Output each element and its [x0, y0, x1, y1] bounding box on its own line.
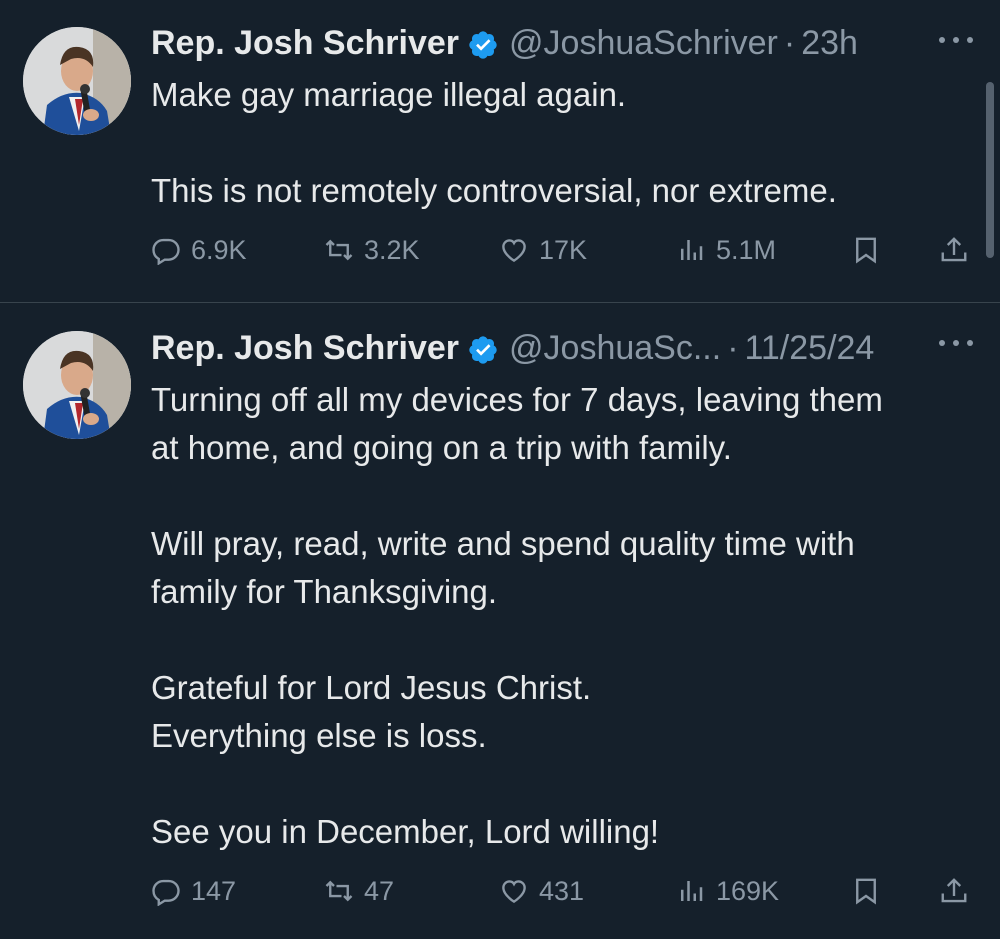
reply-count: 147 — [191, 875, 237, 906]
views-count: 169K — [716, 875, 780, 906]
views-chart-icon — [681, 240, 703, 260]
verified-badge-icon — [467, 27, 499, 59]
share-icon — [941, 878, 967, 903]
views-button[interactable]: 169K — [676, 871, 779, 911]
heart-icon — [502, 239, 526, 263]
more-dots-icon[interactable] — [939, 333, 973, 353]
views-count: 5.1M — [716, 234, 777, 265]
share-button[interactable] — [939, 230, 979, 270]
tweet-header: Rep. Josh Schriver @JoshuaSchriver · 23h — [151, 20, 858, 66]
author-name[interactable]: Rep. Josh Schriver — [151, 20, 459, 66]
reply-button[interactable]: 147 — [151, 871, 236, 911]
retweet-icon — [325, 239, 353, 261]
tweet-header: Rep. Josh Schriver @JoshuaSc... · 11/25/… — [151, 325, 874, 371]
bookmark-button[interactable] — [851, 871, 891, 911]
bookmark-button[interactable] — [851, 230, 891, 270]
header-separator: · — [727, 329, 739, 367]
like-button[interactable]: 17K — [499, 230, 587, 270]
reply-button[interactable]: 6.9K — [151, 230, 247, 270]
scrollbar[interactable] — [986, 82, 994, 258]
tweet-timestamp[interactable]: 23h — [801, 20, 858, 66]
tweet-actions: 6.9K 3.2K 17K 5.1M — [151, 230, 981, 270]
share-button[interactable] — [939, 871, 979, 911]
like-button[interactable]: 431 — [499, 871, 584, 911]
tweet-card[interactable]: Rep. Josh Schriver @JoshuaSchriver · 23h… — [0, 0, 1000, 302]
retweet-count: 47 — [364, 875, 395, 906]
bookmark-icon — [856, 237, 876, 264]
heart-icon — [502, 880, 526, 904]
author-name[interactable]: Rep. Josh Schriver — [151, 325, 459, 371]
verified-badge-icon — [467, 332, 499, 364]
tweet-text: Make gay marriage illegal again. This is… — [151, 76, 837, 209]
share-icon — [941, 237, 967, 262]
reply-icon — [152, 238, 180, 265]
retweet-button[interactable]: 47 — [324, 871, 394, 911]
bookmark-icon — [856, 878, 876, 905]
views-button[interactable]: 5.1M — [676, 230, 776, 270]
author-handle[interactable]: @JoshuaSc... — [509, 325, 721, 371]
tweet-timestamp[interactable]: 11/25/24 — [745, 325, 875, 371]
author-handle[interactable]: @JoshuaSchriver — [509, 20, 778, 66]
tweet-card[interactable]: Rep. Josh Schriver @JoshuaSc... · 11/25/… — [0, 303, 1000, 939]
retweet-icon — [325, 880, 353, 902]
reply-count: 6.9K — [191, 234, 247, 265]
more-dots-icon[interactable] — [939, 30, 973, 50]
reply-icon — [152, 879, 180, 906]
avatar[interactable] — [23, 331, 131, 439]
views-chart-icon — [681, 881, 703, 901]
tweet-actions: 147 47 431 169K — [151, 871, 981, 911]
avatar[interactable] — [23, 27, 131, 135]
header-separator: · — [783, 24, 796, 62]
retweet-button[interactable]: 3.2K — [324, 230, 420, 270]
tweet-text: Turning off all my devices for 7 days, l… — [151, 381, 883, 850]
like-count: 431 — [539, 875, 585, 906]
retweet-count: 3.2K — [364, 234, 420, 265]
like-count: 17K — [539, 234, 588, 265]
